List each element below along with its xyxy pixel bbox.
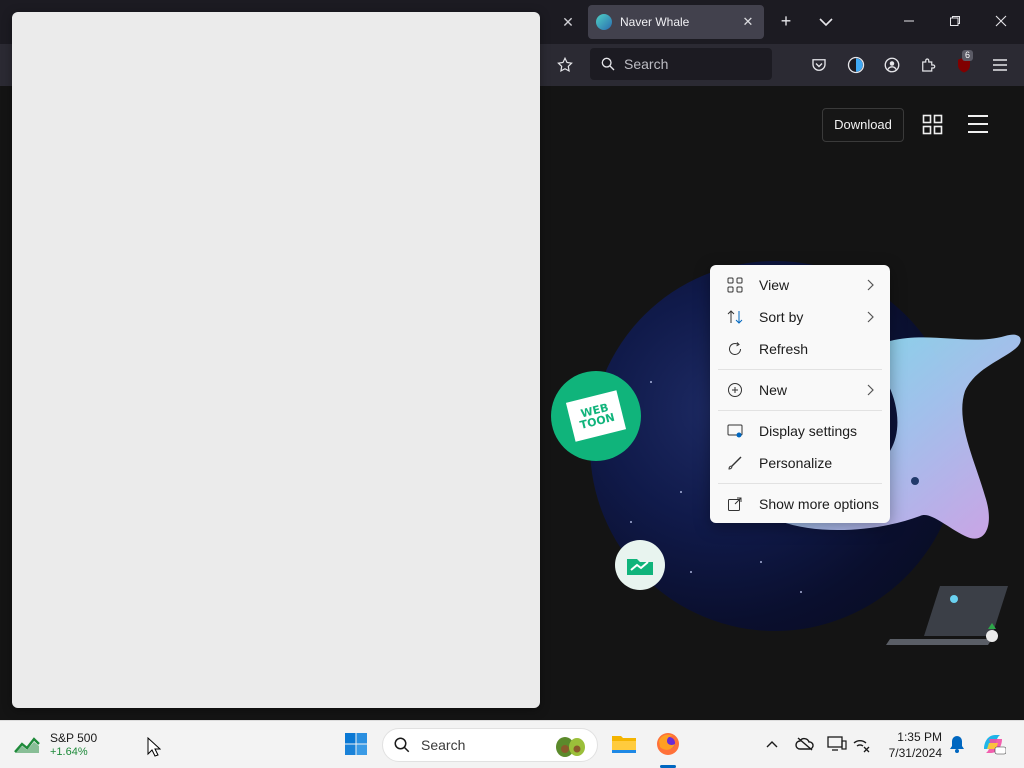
plus-circle-icon xyxy=(726,381,744,399)
refresh-icon xyxy=(726,340,744,358)
tab-naver-whale[interactable]: Naver Whale ✕ xyxy=(588,5,764,39)
clock-date: 7/31/2024 xyxy=(888,746,942,760)
folder-app-icon[interactable] xyxy=(615,540,665,590)
app-menu-hamburger-icon[interactable] xyxy=(987,52,1013,78)
grid-icon xyxy=(726,276,744,294)
chevron-right-icon xyxy=(867,279,874,291)
tab-title: Naver Whale xyxy=(620,15,690,29)
close-window-button[interactable] xyxy=(986,8,1016,36)
desktop-context-menu: View Sort by Refresh New Display setting… xyxy=(710,265,890,523)
pocket-icon[interactable] xyxy=(806,52,832,78)
system-clock[interactable]: 1:35 PM 7/31/2024 xyxy=(876,729,942,761)
close-tab-icon[interactable]: ✕ xyxy=(740,14,756,30)
menu-item-refresh[interactable]: Refresh xyxy=(714,334,886,364)
list-all-tabs-button[interactable] xyxy=(814,10,838,34)
menu-item-sort-by[interactable]: Sort by xyxy=(714,302,886,332)
download-button[interactable]: Download xyxy=(822,108,904,142)
taskbar-search-placeholder: Search xyxy=(421,737,466,753)
minimize-button[interactable] xyxy=(894,8,924,36)
close-tab-icon[interactable]: ✕ xyxy=(556,10,580,34)
brush-icon xyxy=(726,454,744,472)
menu-item-personalize[interactable]: Personalize xyxy=(714,448,886,478)
search-bar[interactable]: Search xyxy=(590,48,772,80)
apps-grid-icon[interactable] xyxy=(922,114,944,136)
notification-bell-icon[interactable] xyxy=(946,733,968,755)
menu-item-label: View xyxy=(759,277,790,293)
site-menu-icon[interactable] xyxy=(966,114,990,136)
network-sound-status-icon[interactable] xyxy=(851,733,873,755)
avocado-highlight-icon xyxy=(556,737,585,757)
start-windows-icon[interactable] xyxy=(341,729,371,759)
menu-item-display-settings[interactable]: Display settings xyxy=(714,416,886,446)
webtoon-logo-text: WEB TOON xyxy=(565,390,627,442)
show-hidden-icons-chevron-icon[interactable] xyxy=(761,733,783,755)
whale-favicon-icon xyxy=(596,14,612,30)
menu-separator xyxy=(718,410,882,411)
search-icon xyxy=(601,57,615,71)
menu-separator xyxy=(718,369,882,370)
taskbar: S&P 500 +1.64% Search 1:35 PM 7/31/2024 xyxy=(0,720,1024,768)
clock-time: 1:35 PM xyxy=(897,730,942,744)
account-icon[interactable] xyxy=(879,52,905,78)
menu-item-new[interactable]: New xyxy=(714,375,886,405)
menu-item-label: New xyxy=(759,382,788,398)
menu-item-label: Show more options xyxy=(759,496,879,512)
search-icon xyxy=(394,737,410,753)
vpn-extension-icon[interactable] xyxy=(843,52,869,78)
display-settings-icon xyxy=(726,422,744,440)
menu-item-label: Refresh xyxy=(759,341,809,357)
sort-icon xyxy=(726,308,744,326)
blank-side-window[interactable] xyxy=(12,12,540,708)
chevron-right-icon xyxy=(867,384,874,396)
taskbar-search-box[interactable]: Search xyxy=(382,728,598,762)
mouse-cursor-icon xyxy=(147,737,161,757)
firefox-icon[interactable] xyxy=(653,729,683,759)
menu-separator xyxy=(718,483,882,484)
extension-count-badge: 6 xyxy=(962,50,974,61)
stock-widget[interactable]: S&P 500 +1.64% xyxy=(14,729,164,761)
new-tab-button[interactable]: + xyxy=(774,10,798,34)
menu-item-label: Display settings xyxy=(759,423,858,439)
display-projection-icon[interactable] xyxy=(826,733,848,755)
copilot-icon[interactable] xyxy=(980,731,1006,757)
onedrive-offline-icon[interactable] xyxy=(794,733,816,755)
extensions-puzzle-icon[interactable] xyxy=(915,52,941,78)
widget-value: +1.64% xyxy=(50,745,88,758)
restore-button[interactable] xyxy=(940,8,970,36)
menu-item-label: Personalize xyxy=(759,455,833,471)
file-explorer-icon[interactable] xyxy=(609,729,639,759)
chevron-right-icon xyxy=(867,311,874,323)
search-placeholder: Search xyxy=(624,56,669,72)
webtoon-logo[interactable]: WEB TOON xyxy=(551,371,641,461)
stock-chart-icon xyxy=(14,737,40,753)
bookmark-star-icon[interactable] xyxy=(552,52,578,78)
menu-item-view[interactable]: View xyxy=(714,270,886,300)
laptop-illustration xyxy=(886,586,1008,645)
external-icon xyxy=(726,495,744,513)
menu-item-show-more-options[interactable]: Show more options xyxy=(714,489,886,519)
menu-item-label: Sort by xyxy=(759,309,804,325)
widget-title: S&P 500 xyxy=(50,730,98,745)
